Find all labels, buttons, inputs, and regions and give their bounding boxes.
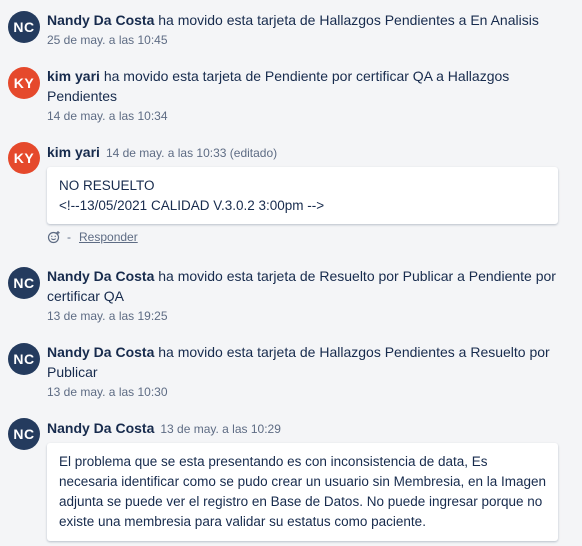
- activity-feed: NC Nandy Da Costa ha movido esta tarjeta…: [0, 0, 582, 546]
- activity-text: kim yari ha movido esta tarjeta de Pendi…: [47, 66, 558, 106]
- author-name[interactable]: Nandy Da Costa: [47, 268, 154, 284]
- activity-action: ha movido esta tarjeta de Hallazgos Pend…: [154, 12, 539, 28]
- timestamp[interactable]: 13 de may. a las 10:30: [47, 384, 558, 400]
- timestamp[interactable]: 13 de may. a las 19:25: [47, 308, 558, 324]
- activity-text: Nandy Da Costa ha movido esta tarjeta de…: [47, 10, 558, 30]
- author-name[interactable]: Nandy Da Costa: [47, 12, 154, 28]
- timestamp[interactable]: 14 de may. a las 10:34: [47, 108, 558, 124]
- avatar[interactable]: NC: [8, 11, 40, 43]
- author-name[interactable]: Nandy Da Costa: [47, 420, 154, 436]
- author-name[interactable]: kim yari: [47, 144, 100, 160]
- author-name[interactable]: kim yari: [47, 68, 100, 84]
- reply-link[interactable]: Responder: [79, 230, 138, 244]
- author-name[interactable]: Nandy Da Costa: [47, 344, 154, 360]
- avatar[interactable]: KY: [8, 67, 40, 99]
- activity-text: Nandy Da Costa ha movido esta tarjeta de…: [47, 266, 558, 306]
- avatar[interactable]: NC: [8, 418, 40, 450]
- comment-text: El problema que se esta presentando es c…: [59, 454, 547, 529]
- activity-action: ha movido esta tarjeta de Pendiente por …: [47, 68, 510, 104]
- timestamp[interactable]: 25 de may. a las 10:45: [47, 32, 558, 48]
- timestamp[interactable]: 14 de may. a las 10:33 (editado): [106, 146, 277, 160]
- comment-line: <!--13/05/2021 CALIDAD V.3.0.2 3:00pm --…: [59, 198, 325, 213]
- smiley-add-icon[interactable]: [47, 230, 61, 244]
- avatar[interactable]: NC: [8, 267, 40, 299]
- avatar[interactable]: NC: [8, 343, 40, 375]
- avatar[interactable]: KY: [8, 142, 40, 174]
- comment-body[interactable]: El problema que se esta presentando es c…: [47, 443, 558, 541]
- comment-header: kim yari 14 de may. a las 10:33 (editado): [47, 142, 558, 163]
- activity-text: Nandy Da Costa ha movido esta tarjeta de…: [47, 342, 558, 382]
- comment-header: Nandy Da Costa 13 de may. a las 10:29: [47, 418, 558, 439]
- timestamp[interactable]: 13 de may. a las 10:29: [160, 422, 281, 436]
- comment-line: NO RESUELTO: [59, 178, 155, 193]
- separator: -: [67, 230, 71, 244]
- comment-actions: - Responder: [47, 230, 558, 244]
- comment-body[interactable]: NO RESUELTO <!--13/05/2021 CALIDAD V.3.0…: [47, 167, 558, 224]
